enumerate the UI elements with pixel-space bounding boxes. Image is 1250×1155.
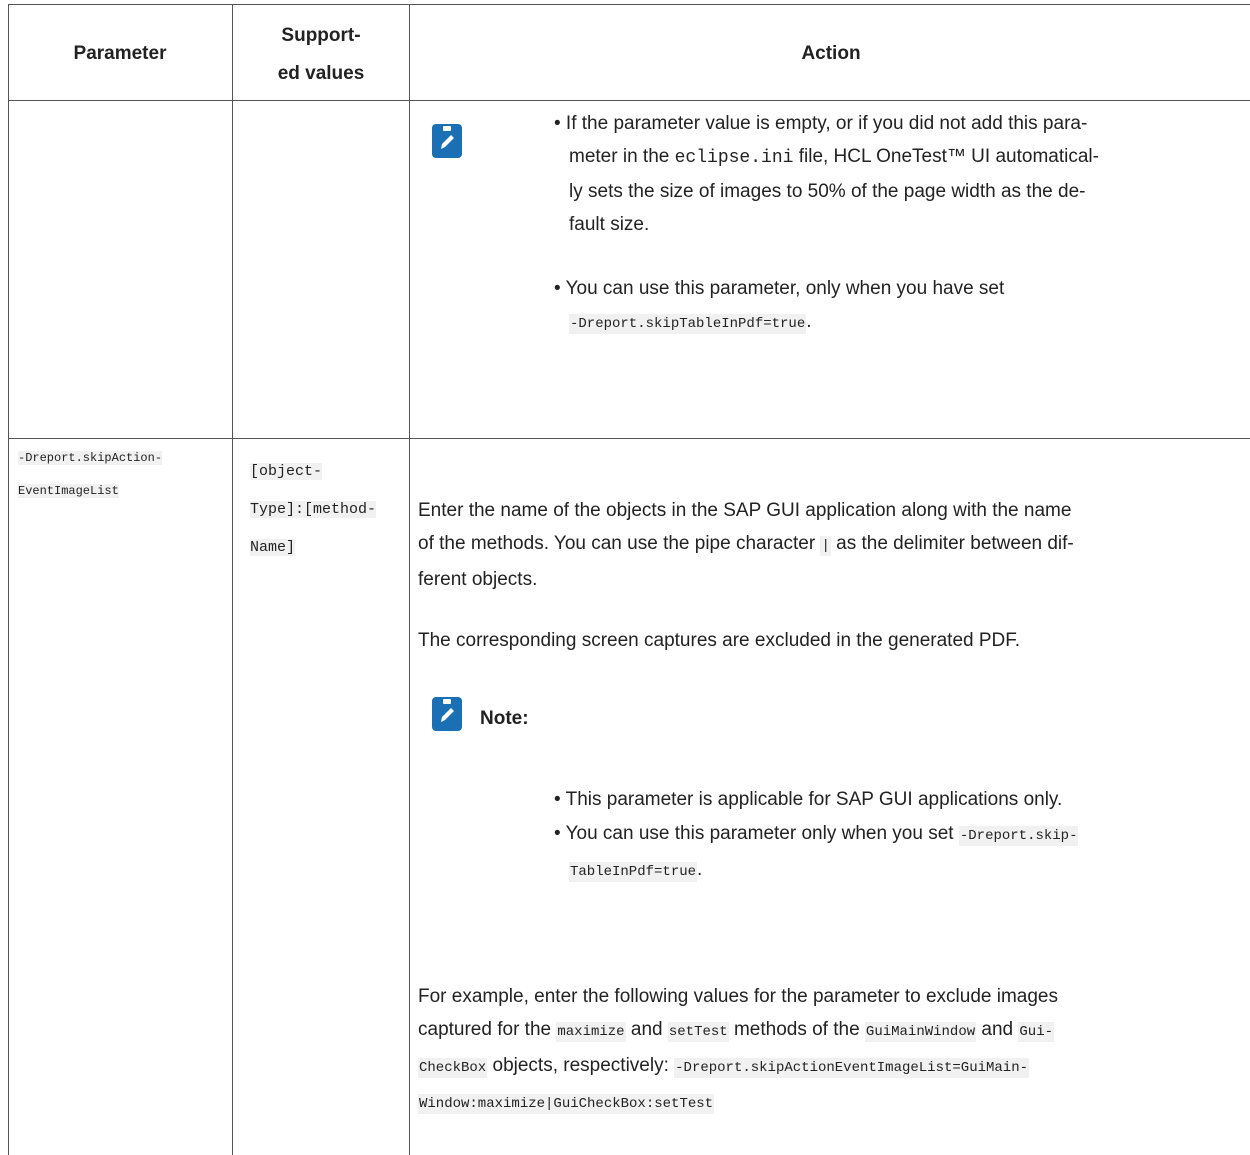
param-name: -Dreport.skipAction- EventImageList xyxy=(18,451,163,498)
table-top-border xyxy=(8,4,1250,5)
action-paragraph-2: The corresponding screen captures are ex… xyxy=(418,630,1021,651)
note-label: Note: xyxy=(480,708,529,729)
left-border xyxy=(8,4,9,1155)
parameters-table: Parameter Support- ed values Action • If… xyxy=(8,4,1250,1155)
row-divider xyxy=(8,438,1250,439)
action-example: For example, enter the following values … xyxy=(418,986,1058,1114)
supported-values: [object- Type]:[method- Name] xyxy=(250,463,377,556)
header-supported-1: Support- xyxy=(281,25,361,46)
header-bottom-border xyxy=(8,100,1250,101)
header-action: Action xyxy=(801,43,861,64)
edit-pencil-icon xyxy=(432,697,462,731)
row1-bullet-1: • If the parameter value is empty, or if… xyxy=(554,113,1099,235)
col1-border xyxy=(232,4,233,1155)
note-bullet-1: • This parameter is applicable for SAP G… xyxy=(554,789,1063,810)
row1-bullet-2: • You can use this parameter, only when … xyxy=(554,278,1005,334)
col2-border xyxy=(409,4,410,1155)
note-bullet-2: • You can use this parameter only when y… xyxy=(554,823,1079,882)
action-paragraph-1: Enter the name of the objects in the SAP… xyxy=(418,500,1074,590)
header-supported-2: ed values xyxy=(277,63,365,84)
edit-pencil-icon xyxy=(432,124,462,158)
header-parameter: Parameter xyxy=(73,43,167,64)
